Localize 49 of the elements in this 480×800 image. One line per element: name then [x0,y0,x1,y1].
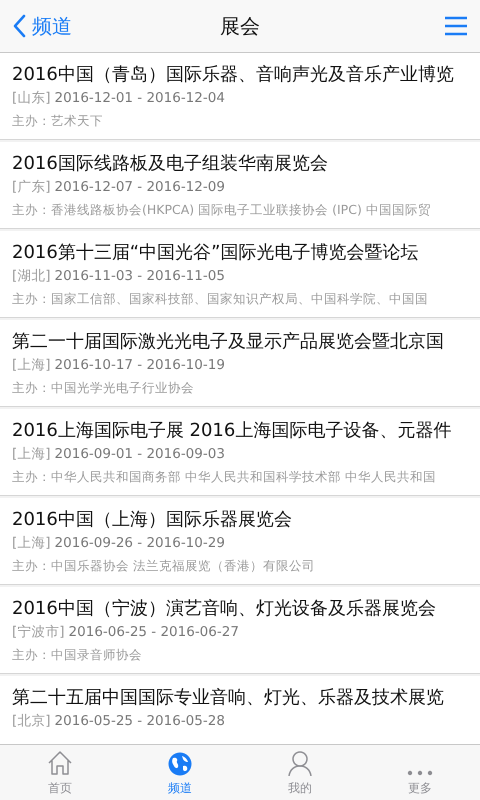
exhibition-title: 第二一十届国际激光光电子及显示产品展览会暨北京国 [12,330,445,354]
home-icon [47,750,73,776]
date-range: 2016-09-01 - 2016-09-03 [54,445,225,464]
organizer-text: 主办：香港线路板协会(HKPCA) 国际电子工业联接协会 (IPC) 中国国际贸 [12,201,432,219]
date-range: 2016-10-17 - 2016-10-19 [54,356,225,375]
region-label: [山东] [12,89,51,108]
more-icon [407,770,433,776]
back-chevron-icon [12,14,26,38]
exhibition-item[interactable]: 2016中国（青岛）国际乐器、音响声光及音乐产业博览 [山东] 2016-12-01 - 2016-12-04 主办：艺术天下 [0,53,480,140]
exhibition-item[interactable]: 2016国际线路板及电子组装华南展览会 [广东] 2016-12-07 - 2016-12-09 主办：香港线路板协会(HKPCA) 国际电子工业联接协会 (IPC) 中国国际贸 [0,142,480,229]
exhibition-item[interactable]: 2016中国（上海）国际乐器展览会 [上海] 2016-09-26 - 2016-10-29 主办：中国乐器协会 法兰克福展览（香港）有限公司 [0,498,480,585]
exhibition-item[interactable]: 第二一十届国际激光光电子及显示产品展览会暨北京国 [上海] 2016-10-17 - 2016-10-19 主办：中国光学光电子行业协会 [0,320,480,407]
region-label: [宁波市] [12,623,65,642]
exhibition-item[interactable]: 2016中国（宁波）演艺音响、灯光设备及乐器展览会 [宁波市] 2016-06-25 - 2016-06-27 主办：中国录音师协会 [0,587,480,674]
date-range: 2016-12-01 - 2016-12-04 [54,89,225,108]
exhibition-title: 2016中国（青岛）国际乐器、音响声光及音乐产业博览 [12,63,455,87]
menu-button[interactable] [444,16,468,36]
globe-icon [168,752,192,776]
organizer-text: 主办：中国乐器协会 法兰克福展览（香港）有限公司 [12,557,316,575]
date-range: 2016-09-26 - 2016-10-29 [54,534,225,553]
region-label: [广东] [12,178,51,197]
back-button[interactable]: 频道 [12,12,72,40]
exhibition-title: 2016中国（宁波）演艺音响、灯光设备及乐器展览会 [12,597,437,621]
date-range: 2016-06-25 - 2016-06-27 [68,623,239,642]
tab-item[interactable]: 频道 [120,745,240,800]
region-label: [北京] [12,712,51,731]
region-label: [上海] [12,445,51,464]
organizer-text: 主办：国家工信部、国家科技部、国家知识产权局、中国科学院、中国国 [12,290,429,308]
page-title: 展会 [220,12,260,40]
date-range: 2016-05-25 - 2016-05-28 [54,712,225,731]
exhibition-item[interactable]: 2016上海国际电子展 2016上海国际电子设备、元器件 [上海] 2016-09-01 - 2016-09-03 主办：中华人民共和国商务部 中华人民共和国科学技术部 中华人民共和国 [0,409,480,496]
person-icon [287,750,313,776]
organizer-text: 主办：艺术天下 [12,112,104,130]
exhibition-item[interactable]: 第二十五届中国国际专业音响、灯光、乐器及技术展览 [北京] 2016-05-25 - 2016-05-28 [0,676,480,744]
organizer-text: 主办：中国光学光电子行业协会 [12,379,195,397]
exhibition-item[interactable]: 2016第十三届“中国光谷”国际光电子博览会暨论坛 [湖北] 2016-11-03 - 2016-11-05 主办：国家工信部、国家科技部、国家知识产权局、中国科学院、中国国 [0,231,480,318]
exhibition-title: 2016国际线路板及电子组装华南展览会 [12,152,329,176]
exhibition-title: 2016第十三届“中国光谷”国际光电子博览会暨论坛 [12,241,420,265]
organizer-text: 主办：中国录音师协会 [12,646,143,664]
menu-icon [444,16,468,36]
exhibition-title: 2016上海国际电子展 2016上海国际电子设备、元器件 [12,419,452,443]
exhibition-title: 第二十五届中国国际专业音响、灯光、乐器及技术展览 [12,686,445,710]
exhibition-title: 2016中国（上海）国际乐器展览会 [12,508,293,532]
date-range: 2016-12-07 - 2016-12-09 [54,178,225,197]
organizer-text: 主办：中华人民共和国商务部 中华人民共和国科学技术部 中华人民共和国 [12,468,437,486]
region-label: [上海] [12,534,51,553]
date-range: 2016-11-03 - 2016-11-05 [54,267,225,286]
region-label: [湖北] [12,267,51,286]
region-label: [上海] [12,356,51,375]
